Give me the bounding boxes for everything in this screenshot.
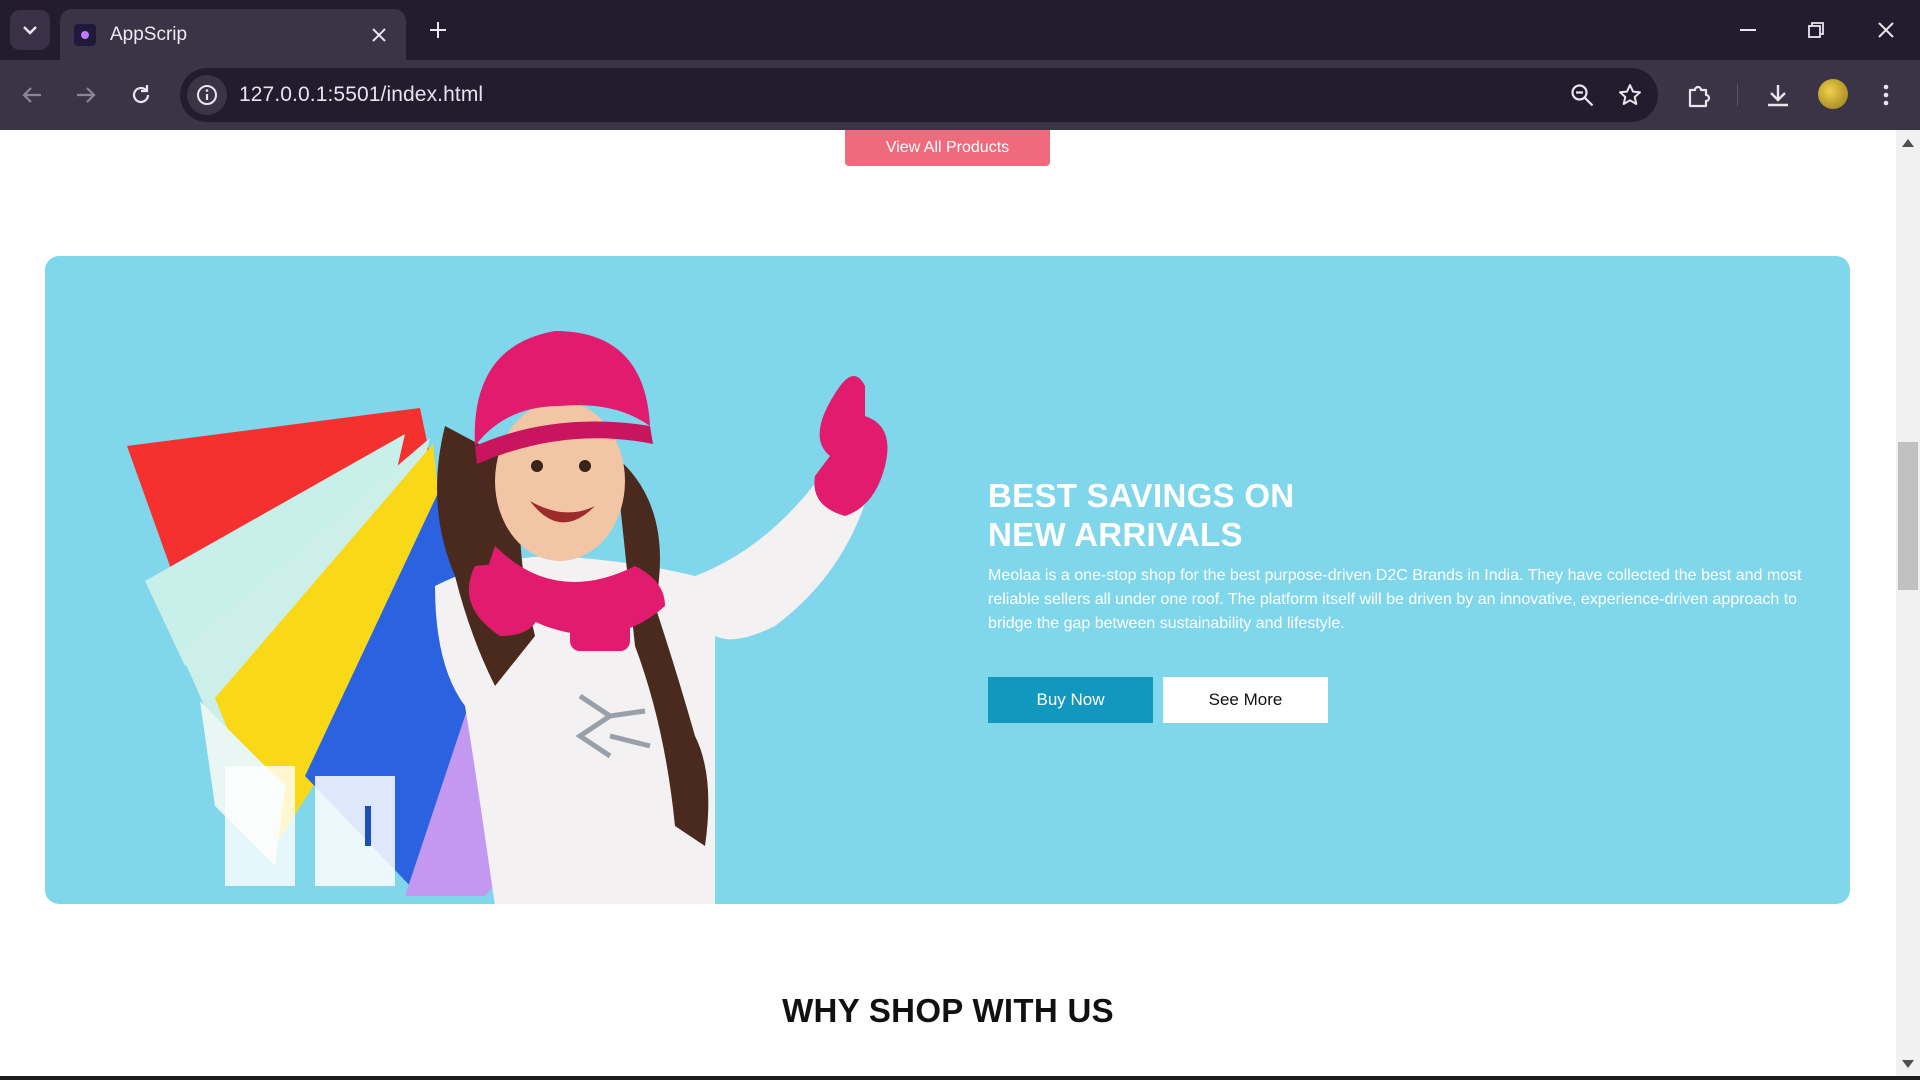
address-bar[interactable]: 127.0.0.1:5501/index.html bbox=[180, 68, 1658, 122]
promo-content: BEST SAVINGS ON NEW ARRIVALS Meolaa is a… bbox=[988, 476, 1818, 723]
extensions-button[interactable] bbox=[1681, 77, 1717, 113]
reload-button[interactable] bbox=[123, 77, 159, 113]
why-shop-heading: WHY SHOP WITH US bbox=[782, 992, 1114, 1029]
tab-list-button[interactable] bbox=[10, 10, 50, 50]
profile-avatar[interactable] bbox=[1818, 79, 1848, 109]
reload-icon bbox=[132, 85, 150, 104]
scroll-down-icon[interactable] bbox=[1902, 1060, 1914, 1068]
promo-description: Meolaa is a one-stop shop for the best p… bbox=[988, 567, 1802, 632]
star-icon bbox=[1619, 84, 1641, 105]
close-window-button[interactable] bbox=[1862, 12, 1910, 48]
close-icon bbox=[372, 27, 386, 42]
girl-with-shopping-bags-image bbox=[127, 331, 888, 904]
plus-icon bbox=[430, 22, 446, 38]
see-more-button[interactable]: See More bbox=[1163, 677, 1328, 723]
new-tab-button[interactable] bbox=[420, 12, 456, 48]
url-text[interactable]: 127.0.0.1:5501/index.html bbox=[239, 83, 1562, 107]
forward-arrow-icon bbox=[77, 87, 96, 103]
promo-title: BEST SAVINGS ON NEW ARRIVALS bbox=[988, 477, 1295, 553]
close-window-icon bbox=[1878, 22, 1894, 38]
minimize-icon bbox=[1740, 29, 1756, 31]
toolbar-divider bbox=[1737, 84, 1738, 106]
forward-button[interactable] bbox=[68, 77, 104, 113]
window-bottom-edge bbox=[0, 1076, 1920, 1080]
view-all-products-button[interactable]: View All Products bbox=[845, 130, 1050, 166]
downloads-button[interactable] bbox=[1760, 77, 1796, 113]
zoom-button[interactable] bbox=[1562, 75, 1602, 115]
page-viewport: View All Products BEST SAVINGS ON NEW AR… bbox=[0, 130, 1896, 1076]
restore-icon bbox=[1808, 22, 1824, 38]
buy-now-button[interactable]: Buy Now bbox=[988, 677, 1153, 723]
favicon-icon bbox=[74, 23, 96, 46]
scroll-up-icon[interactable] bbox=[1902, 139, 1914, 147]
menu-dots-icon bbox=[1883, 84, 1889, 106]
back-arrow-icon bbox=[22, 87, 41, 103]
page-scrollbar[interactable] bbox=[1896, 130, 1920, 1076]
minimize-button[interactable] bbox=[1724, 12, 1772, 48]
scrollbar-thumb[interactable] bbox=[1898, 442, 1918, 590]
tab-close-button[interactable] bbox=[366, 22, 392, 48]
extensions-icon bbox=[1688, 85, 1711, 108]
download-icon bbox=[1768, 85, 1788, 107]
back-button[interactable] bbox=[14, 77, 50, 113]
restore-button[interactable] bbox=[1792, 12, 1840, 48]
bookmark-button[interactable] bbox=[1610, 75, 1650, 115]
promo-banner: BEST SAVINGS ON NEW ARRIVALS Meolaa is a… bbox=[45, 256, 1850, 904]
info-icon bbox=[197, 85, 217, 105]
browser-toolbar: 127.0.0.1:5501/index.html bbox=[0, 60, 1920, 130]
browser-menu-button[interactable] bbox=[1868, 77, 1904, 113]
tab-title: AppScrip bbox=[110, 23, 188, 45]
browser-tab[interactable]: AppScrip bbox=[60, 9, 406, 60]
site-info-button[interactable] bbox=[187, 75, 227, 115]
promo-actions: Buy Now See More bbox=[988, 677, 1818, 723]
zoom-icon bbox=[1571, 84, 1594, 107]
browser-tab-bar: AppScrip bbox=[0, 0, 1920, 60]
chevron-down-icon bbox=[23, 25, 37, 35]
